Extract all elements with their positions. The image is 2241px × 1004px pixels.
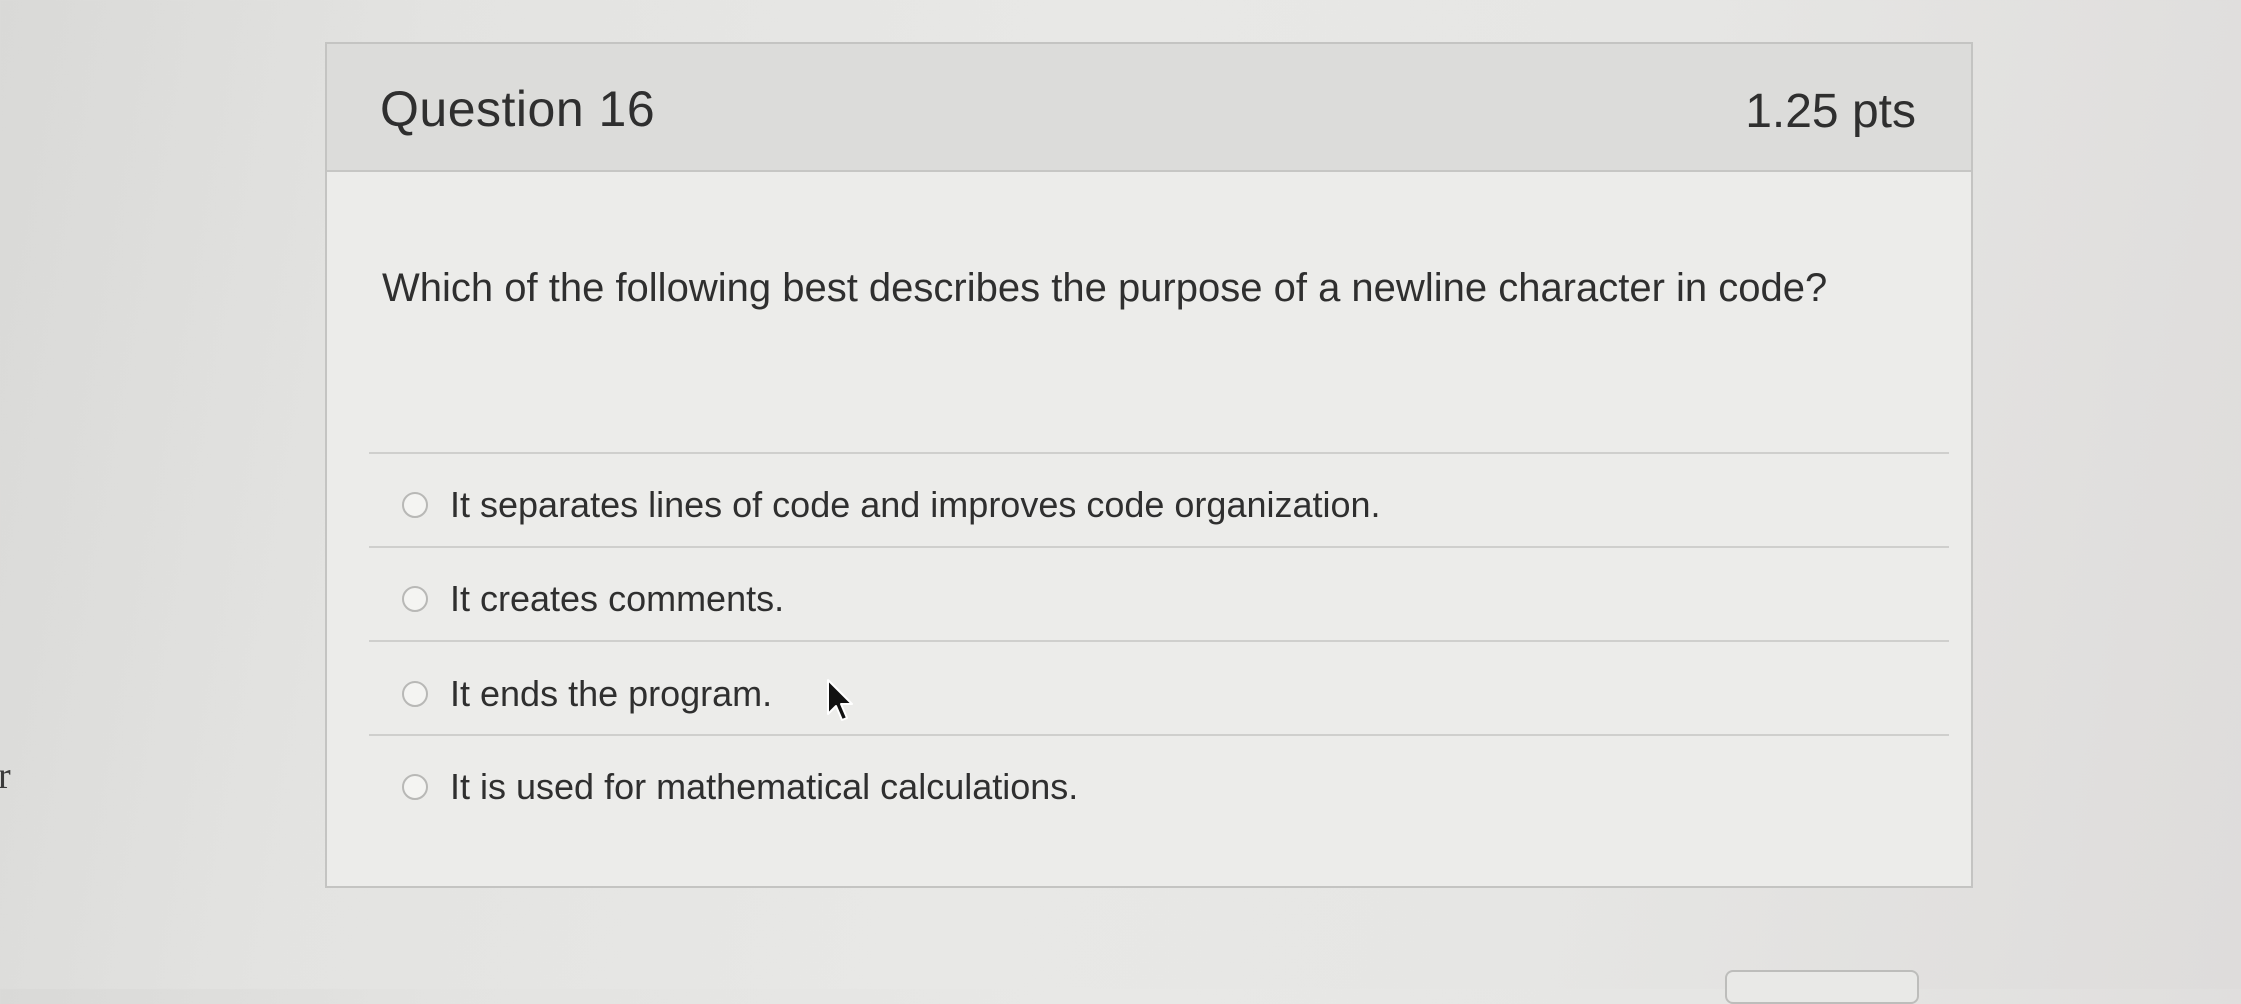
stray-character: r (0, 755, 11, 797)
answer-label: It creates comments. (450, 578, 785, 619)
question-card: Question 16 1.25 pts Which of the follow… (325, 42, 1973, 888)
answer-divider (369, 452, 1949, 454)
question-points: 1.25 pts (1745, 85, 1916, 138)
next-button-edge[interactable] (1725, 970, 1919, 1004)
arrow-cursor-icon (827, 679, 853, 721)
radio-button-icon[interactable] (402, 492, 428, 518)
answer-option-2[interactable]: It creates comments. (402, 569, 784, 629)
answer-option-4[interactable]: It is used for mathematical calculations… (402, 757, 1078, 817)
radio-button-icon[interactable] (402, 774, 428, 800)
answer-label: It ends the program. (450, 673, 773, 714)
radio-button-icon[interactable] (402, 681, 428, 707)
question-header: Question 16 1.25 pts (327, 44, 1971, 172)
question-text: Which of the following best describes th… (382, 266, 1828, 310)
answer-option-1[interactable]: It separates lines of code and improves … (402, 475, 1381, 535)
answer-option-3[interactable]: It ends the program. (402, 664, 772, 724)
answer-divider (369, 640, 1949, 642)
answer-divider (369, 546, 1949, 548)
answer-divider (369, 734, 1949, 736)
answer-label: It is used for mathematical calculations… (450, 766, 1079, 807)
answer-label: It separates lines of code and improves … (450, 484, 1381, 525)
question-title: Question 16 (380, 81, 656, 137)
radio-button-icon[interactable] (402, 586, 428, 612)
